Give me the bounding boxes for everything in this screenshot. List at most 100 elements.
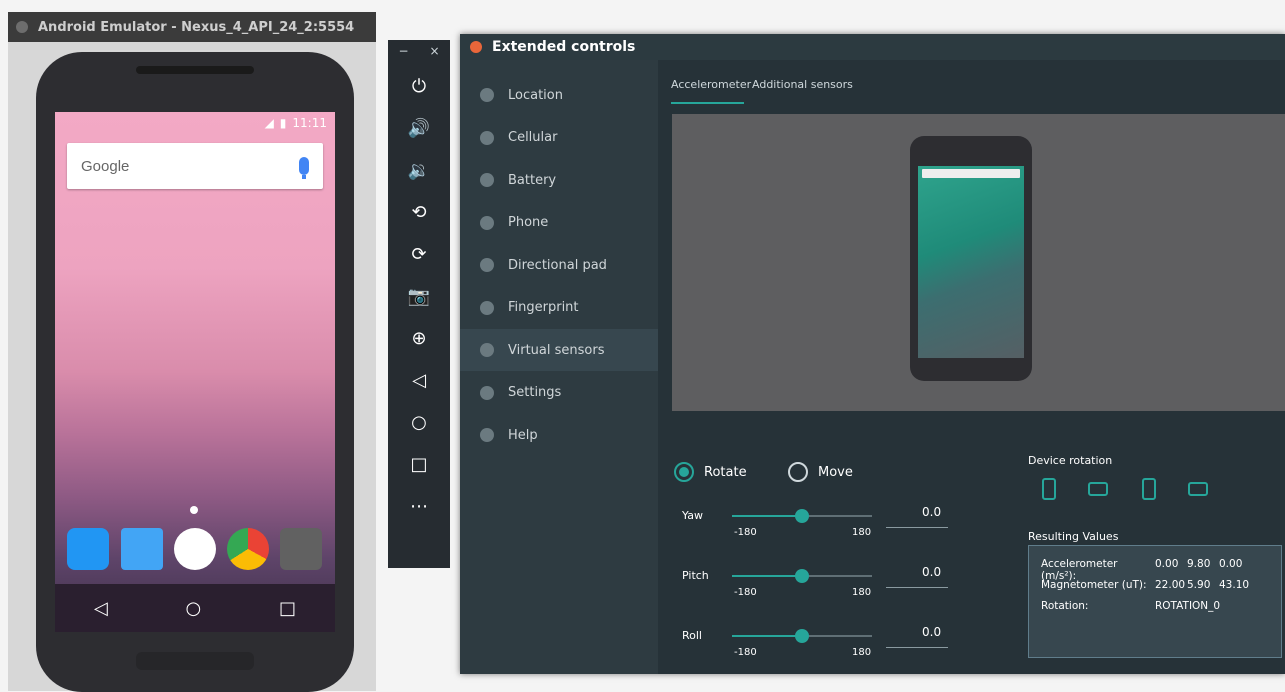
pitch-slider-thumb[interactable] — [795, 569, 809, 583]
yaw-slider-fill — [732, 515, 802, 517]
portrait-rotation-icon[interactable] — [1042, 478, 1056, 500]
nav-item-battery[interactable]: Battery — [460, 159, 658, 201]
overview-icon[interactable]: □ — [398, 446, 440, 482]
yaw-value-underline — [886, 527, 948, 528]
landscape-rotation-icon[interactable] — [1088, 482, 1108, 496]
location-icon — [480, 88, 494, 102]
close-icon[interactable]: × — [429, 44, 439, 64]
pitch-slider[interactable] — [732, 569, 872, 583]
move-radio-circle[interactable] — [788, 462, 808, 482]
rotation-row: Rotation: ROTATION_0 — [1041, 600, 1221, 612]
volume-down-icon[interactable]: 🔉 — [398, 152, 440, 188]
messages-app-icon[interactable] — [121, 528, 163, 570]
nav-item-phone[interactable]: Phone — [460, 202, 658, 244]
chrome-app-icon[interactable] — [227, 528, 269, 570]
app-drawer-icon[interactable] — [174, 528, 216, 570]
nav-home-icon[interactable]: ○ — [186, 598, 202, 619]
reverse-landscape-rotation-icon[interactable] — [1188, 482, 1208, 496]
phone-nav-bar: ◁ ○ □ — [55, 584, 335, 632]
move-radio-label: Move — [818, 464, 853, 480]
pitch-max-label: 180 — [852, 587, 872, 598]
device-preview[interactable] — [672, 114, 1285, 411]
help-icon — [480, 428, 494, 442]
signal-icon: ◢ — [264, 116, 274, 130]
phone-screen[interactable]: ◢ ▮ 11:11 Google ◁ ○ □ — [55, 112, 335, 632]
phone-icon — [480, 215, 494, 230]
mic-icon[interactable] — [299, 157, 309, 179]
rotate-right-icon[interactable]: ⟳ — [398, 236, 440, 272]
roll-slider-thumb[interactable] — [795, 629, 809, 643]
nav-item-label: Virtual sensors — [508, 342, 605, 358]
home-icon[interactable]: ○ — [398, 404, 440, 440]
status-bar: ◢ ▮ 11:11 — [55, 112, 335, 134]
yaw-slider-thumb[interactable] — [795, 509, 809, 523]
toolbar-window-controls: − × — [388, 44, 450, 64]
nav-item-label: Location — [508, 87, 563, 103]
emulator-close-icon[interactable] — [16, 21, 28, 33]
nav-item-label: Help — [508, 427, 538, 443]
rotate-radio-circle[interactable] — [674, 462, 694, 482]
more-icon[interactable]: ⋯ — [398, 488, 440, 524]
nav-item-cellular[interactable]: Cellular — [460, 117, 658, 159]
nav-item-label: Settings — [508, 385, 562, 400]
nav-item-settings[interactable]: Settings — [460, 372, 658, 414]
roll-slider-fill — [732, 635, 802, 637]
yaw-slider[interactable] — [732, 509, 872, 523]
extended-title: Extended controls — [492, 39, 636, 55]
rotate-left-icon[interactable]: ⟲ — [398, 194, 440, 230]
roll-max-label: 180 — [852, 647, 872, 658]
phone-frame: ◢ ▮ 11:11 Google ◁ ○ □ — [36, 52, 354, 692]
battery-icon: ▮ — [279, 116, 287, 130]
tab-underline — [671, 102, 744, 104]
extended-close-icon[interactable] — [470, 41, 482, 53]
back-icon[interactable]: ◁ — [398, 362, 440, 398]
emulator-window: Android Emulator - Nexus_4_API_24_2:5554… — [8, 12, 376, 692]
extended-main: Accelerometer Additional sensors Rotate … — [658, 60, 1285, 674]
google-logo: Google — [81, 157, 130, 175]
power-icon[interactable]: ⏻ — [398, 68, 440, 104]
volume-up-icon[interactable]: 🔊 — [398, 110, 440, 146]
nav-item-label: Battery — [508, 172, 557, 188]
google-search-bar[interactable]: Google — [67, 143, 323, 189]
device-rotation-title: Device rotation — [1028, 454, 1113, 467]
camera-app-icon[interactable] — [280, 528, 322, 570]
reverse-portrait-rotation-icon[interactable] — [1142, 478, 1156, 500]
tab-additional-sensors[interactable]: Additional sensors — [752, 78, 853, 91]
resulting-values-title: Resulting Values — [1028, 530, 1119, 543]
roll-min-label: -180 — [734, 647, 757, 658]
nav-back-icon[interactable]: ◁ — [94, 598, 108, 619]
phone-app-icon[interactable] — [67, 528, 109, 570]
camera-icon[interactable]: 📷 — [398, 278, 440, 314]
extended-controls-window: Extended controls Location Cellular Batter… — [460, 34, 1285, 674]
roll-label: Roll — [682, 629, 702, 642]
minimize-icon[interactable]: − — [398, 44, 408, 64]
nav-item-label: Directional pad — [508, 257, 607, 273]
device-preview-search — [922, 169, 1020, 178]
battery-icon — [480, 173, 494, 187]
yaw-max-label: 180 — [852, 527, 872, 538]
nav-overview-icon[interactable]: □ — [279, 598, 296, 619]
speaker-grille — [136, 66, 254, 74]
nav-item-virtual-sensors[interactable]: Virtual sensors — [460, 329, 658, 371]
nav-item-directional-pad[interactable]: Directional pad — [460, 244, 658, 286]
zoom-icon[interactable]: ⊕ — [398, 320, 440, 356]
roll-slider[interactable] — [732, 629, 872, 643]
pitch-slider-fill — [732, 575, 802, 577]
settings-icon — [480, 385, 494, 400]
nav-item-help[interactable]: Help — [460, 414, 658, 456]
nav-item-location[interactable]: Location — [460, 74, 658, 116]
tab-accelerometer[interactable]: Accelerometer — [671, 78, 751, 91]
yaw-value: 0.0 — [922, 505, 942, 519]
yaw-label: Yaw — [682, 509, 703, 522]
cellular-icon — [480, 130, 494, 145]
roll-value: 0.0 — [922, 625, 942, 639]
directional-pad-icon — [480, 258, 494, 272]
page-indicator — [190, 506, 198, 514]
rotate-radio-label: Rotate — [704, 464, 747, 480]
emulator-title: Android Emulator - Nexus_4_API_24_2:5554 — [38, 19, 355, 35]
magnetometer-row: Magnetometer (uT): 22.00 5.90 43.10 — [1041, 579, 1250, 591]
move-radio[interactable]: Move — [788, 462, 853, 482]
emulator-titlebar: Android Emulator - Nexus_4_API_24_2:5554 — [8, 12, 376, 42]
nav-item-fingerprint[interactable]: Fingerprint — [460, 287, 658, 329]
rotate-radio[interactable]: Rotate — [674, 462, 747, 482]
